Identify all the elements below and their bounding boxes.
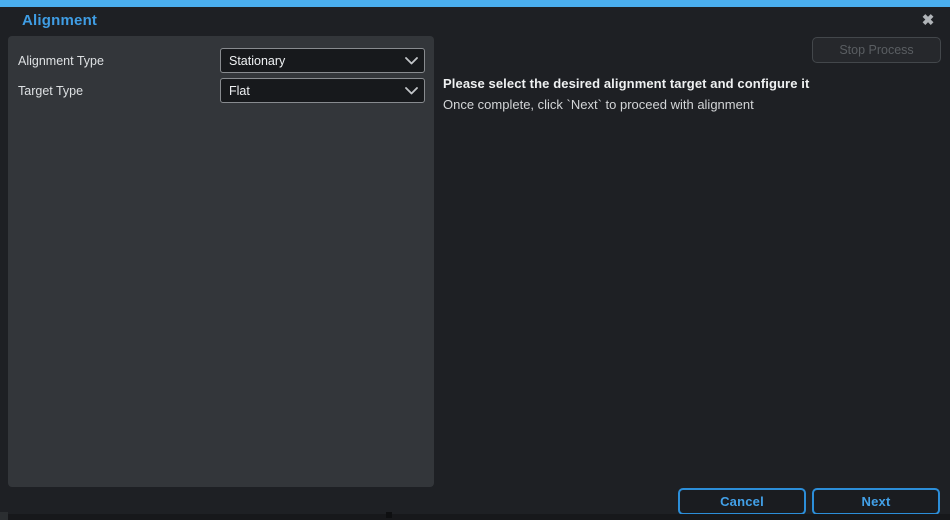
target-type-value: Flat — [221, 84, 398, 98]
alignment-type-dropdown[interactable]: Stationary — [220, 48, 425, 73]
chevron-down-icon — [398, 49, 424, 72]
alignment-type-row: Alignment Type Stationary — [8, 48, 434, 73]
target-type-label: Target Type — [18, 84, 83, 98]
target-type-dropdown[interactable]: Flat — [220, 78, 425, 103]
cancel-button[interactable]: Cancel — [678, 488, 806, 515]
alignment-type-value: Stationary — [221, 54, 398, 68]
next-button[interactable]: Next — [812, 488, 940, 515]
underlying-window-seam — [386, 512, 392, 518]
chevron-down-icon — [398, 79, 424, 102]
instruction-line-secondary: Once complete, click `Next` to proceed w… — [443, 97, 913, 112]
instruction-line-primary: Please select the desired alignment targ… — [443, 76, 913, 91]
alignment-type-label: Alignment Type — [18, 54, 104, 68]
alignment-config-panel: Alignment Type Stationary Target Type Fl… — [8, 36, 434, 487]
page-title: Alignment — [22, 12, 97, 29]
alignment-dialog: Alignment ✖ Alignment Type Stationary Ta… — [0, 0, 950, 520]
close-icon[interactable]: ✖ — [918, 10, 938, 30]
underlying-window-corner — [0, 512, 8, 520]
target-type-row: Target Type Flat — [8, 78, 434, 103]
dialog-title-bar: Alignment ✖ — [0, 7, 950, 36]
underlying-window-edge — [0, 514, 950, 520]
stop-process-button[interactable]: Stop Process — [812, 37, 941, 63]
instruction-message: Please select the desired alignment targ… — [443, 76, 913, 112]
dialog-accent-strip — [0, 0, 950, 7]
